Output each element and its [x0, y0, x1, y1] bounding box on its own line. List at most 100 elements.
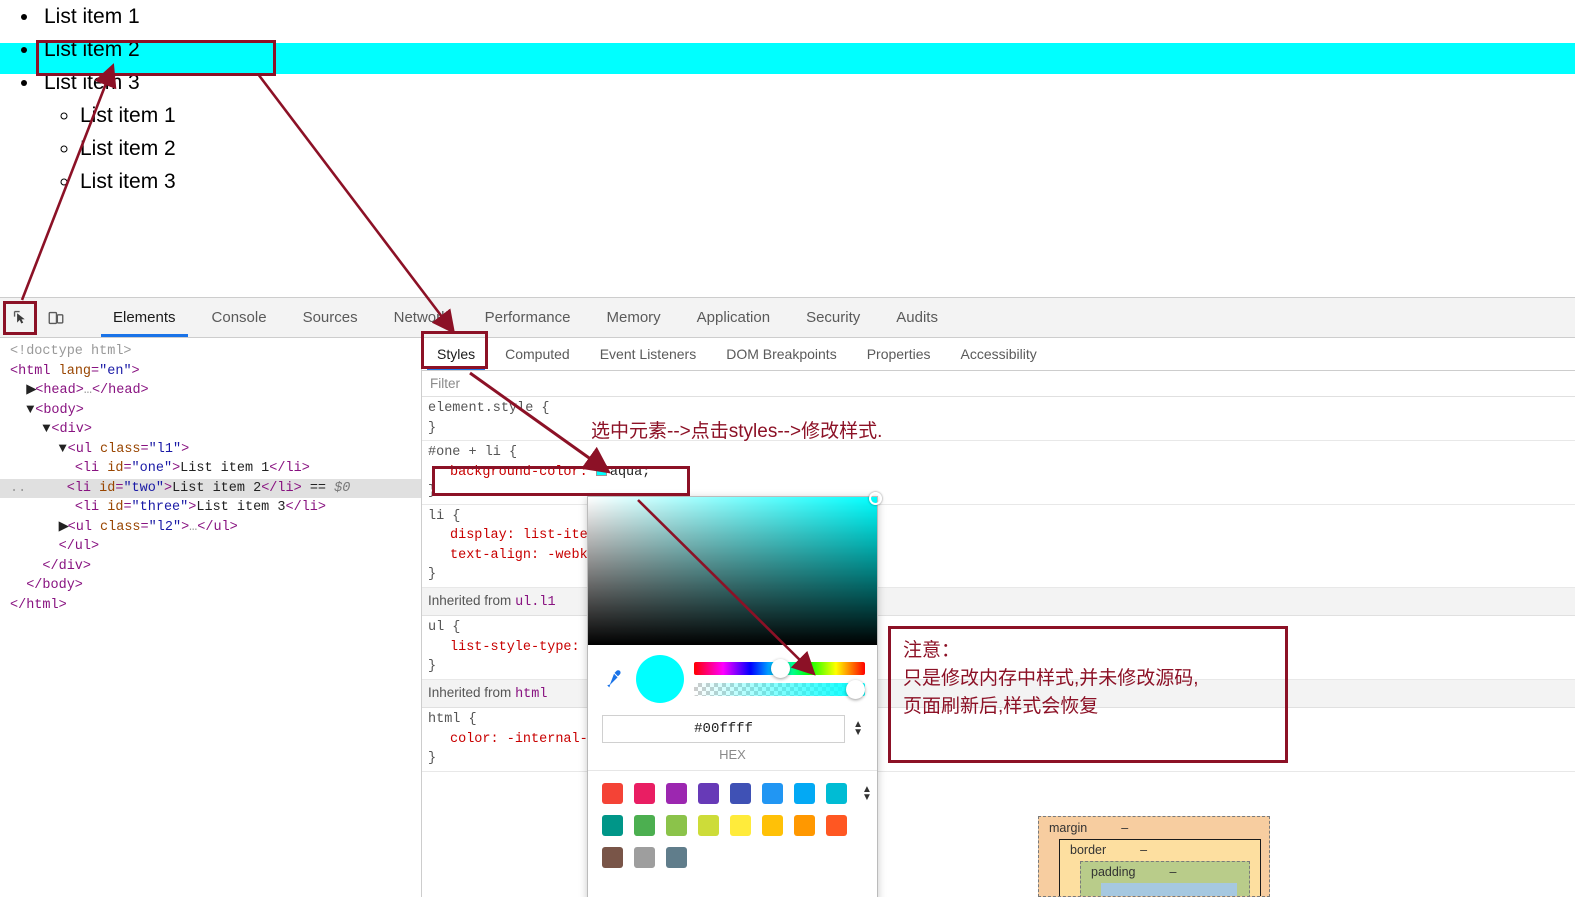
dom-line-html-close[interactable]: </html> — [0, 596, 421, 616]
palette-scroll-stepper-icon[interactable]: ▲ ▼ — [862, 784, 872, 802]
body-tag-name: body — [43, 402, 76, 418]
tab-accessibility-label: Accessibility — [960, 346, 1037, 362]
dom-line-ul1-open[interactable]: ▼<ul class="l1"> — [0, 440, 421, 460]
palette-chip-grey[interactable] — [634, 847, 655, 868]
devtools-panel: Elements Console Sources Network Perform… — [0, 297, 1575, 897]
dom-line-div-open[interactable]: ▼<div> — [0, 420, 421, 440]
ul2-expand-triangle-icon[interactable]: ▶ — [59, 518, 69, 538]
tab-dom-breakpoints[interactable]: DOM Breakpoints — [711, 338, 851, 370]
device-toolbar-icon[interactable] — [42, 304, 70, 332]
palette-chip-light-green[interactable] — [666, 815, 687, 836]
dom-line-li-one[interactable]: <li id="one">List item 1</li> — [0, 459, 421, 479]
color-picker-popup[interactable]: #00ffff ▲ ▼ HEX ▲ ▼ — [587, 492, 882, 897]
box-model-padding-value[interactable]: – — [1170, 865, 1177, 879]
declaration-background-color[interactable]: background-color: aqua; — [428, 463, 1575, 483]
palette-chip-teal[interactable] — [602, 815, 623, 836]
tab-styles[interactable]: Styles — [422, 338, 490, 370]
dom-line-head[interactable]: ▶<head>…</head> — [0, 381, 421, 401]
inner-list-item-1-label: List item 1 — [80, 104, 176, 127]
color-picker-controls — [588, 645, 877, 709]
rule-element-style-selector: element.style { — [428, 401, 550, 416]
palette-chip-purple[interactable] — [666, 783, 687, 804]
tab-performance[interactable]: Performance — [467, 298, 589, 337]
palette-chip-deep-orange[interactable] — [826, 815, 847, 836]
palette-chip-pink[interactable] — [634, 783, 655, 804]
styles-filter-input[interactable]: Filter — [422, 371, 1575, 397]
alpha-slider[interactable] — [694, 680, 865, 699]
tab-security[interactable]: Security — [788, 298, 878, 337]
palette-chip-amber[interactable] — [762, 815, 783, 836]
box-model-border-value[interactable]: – — [1140, 843, 1147, 857]
dom-line-ul2[interactable]: ▶<ul class="l2">…</ul> — [0, 518, 421, 538]
declaration-text-align-property: text-align: — [450, 547, 540, 563]
ul2-class-value: "l2" — [148, 519, 182, 535]
tab-event-listeners[interactable]: Event Listeners — [585, 338, 712, 370]
dom-line-div-close[interactable]: </div> — [0, 557, 421, 577]
ul1-collapse-triangle-icon[interactable]: ▼ — [59, 440, 68, 460]
head-expand-triangle-icon[interactable]: ▶ — [26, 381, 36, 401]
palette-chip-green[interactable] — [634, 815, 655, 836]
tab-properties[interactable]: Properties — [852, 338, 946, 370]
tab-audits[interactable]: Audits — [878, 298, 956, 337]
eyedropper-icon[interactable] — [600, 668, 626, 690]
hex-value-input[interactable]: #00ffff — [602, 715, 846, 743]
palette-chip-yellow[interactable] — [730, 815, 751, 836]
rule-one-plus-li[interactable]: #one + li { background-color: aqua; } — [422, 441, 1575, 505]
dom-line-li-three[interactable]: <li id="three">List item 3</li> — [0, 498, 421, 518]
dom-line-body-close[interactable]: </body> — [0, 576, 421, 596]
tab-memory[interactable]: Memory — [589, 298, 679, 337]
tab-elements[interactable]: Elements — [95, 298, 194, 337]
stepper-down-icon[interactable]: ▼ — [853, 728, 863, 738]
declaration-text-align-value: -webk — [547, 547, 588, 563]
dom-line-doctype[interactable]: <!doctype html> — [0, 342, 421, 362]
tab-sources-label: Sources — [302, 309, 358, 326]
html-lang-attr: lang — [58, 363, 92, 379]
box-model-content-box — [1101, 883, 1237, 896]
color-format-stepper-icon[interactable]: ▲ ▼ — [853, 720, 863, 738]
tab-application[interactable]: Application — [679, 298, 788, 337]
palette-chip-indigo[interactable] — [730, 783, 751, 804]
palette-chip-deep-purple[interactable] — [698, 783, 719, 804]
alpha-slider-handle[interactable] — [846, 680, 865, 699]
palette-chip-orange[interactable] — [794, 815, 815, 836]
inherited-from-ul-source[interactable]: ul.l1 — [515, 595, 556, 610]
palette-row-3 — [602, 847, 863, 868]
tab-security-label: Security — [806, 309, 861, 326]
dom-line-ul1-close[interactable]: </ul> — [0, 537, 421, 557]
inspect-element-icon[interactable] — [6, 304, 34, 332]
color-picker-spectrum-knob[interactable] — [869, 492, 882, 505]
hue-slider-handle[interactable] — [770, 659, 790, 678]
tab-accessibility[interactable]: Accessibility — [946, 338, 1052, 370]
palette-chip-blue[interactable] — [762, 783, 783, 804]
tab-sources[interactable]: Sources — [285, 298, 376, 337]
color-swatch-aqua[interactable] — [595, 464, 607, 476]
dom-line-li-two[interactable]: .. <li id="two">List item 2</li> == $0 — [0, 478, 421, 498]
div-tag-name: div — [59, 422, 84, 437]
palette-chip-blue-grey[interactable] — [666, 847, 687, 868]
palette-stepper-down-icon[interactable]: ▼ — [862, 792, 872, 802]
html-tag-name: html — [18, 363, 51, 379]
palette-chip-red[interactable] — [602, 783, 623, 804]
dom-line-body-open[interactable]: ▼<body> — [0, 401, 421, 421]
rule-element-style[interactable]: element.style { } — [422, 397, 1575, 441]
color-picker-hex-row: #00ffff ▲ ▼ — [588, 709, 877, 743]
palette-chip-cyan[interactable] — [826, 783, 847, 804]
color-picker-spectrum[interactable] — [588, 492, 882, 645]
tab-console[interactable]: Console — [194, 298, 285, 337]
palette-chip-light-blue[interactable] — [794, 783, 815, 804]
inner-list-item-3-label: List item 3 — [80, 170, 176, 193]
styles-filter-placeholder: Filter — [430, 376, 460, 391]
palette-chip-brown[interactable] — [602, 847, 623, 868]
dom-line-html[interactable]: <html lang="en"> — [0, 362, 421, 382]
head-tag-name: head — [43, 383, 76, 398]
tab-computed[interactable]: Computed — [490, 338, 585, 370]
dom-tree[interactable]: <!doctype html> <html lang="en"> ▶<head>… — [0, 338, 422, 897]
box-model-margin-value[interactable]: – — [1121, 821, 1128, 835]
inherited-from-html-source[interactable]: html — [515, 687, 547, 702]
inherited-from-ul-label: Inherited from — [428, 592, 512, 608]
hue-slider[interactable] — [694, 659, 865, 678]
ul1-class-attr: class — [100, 441, 141, 457]
body-collapse-triangle-icon[interactable]: ▼ — [26, 401, 35, 421]
tab-network[interactable]: Network — [376, 298, 467, 337]
palette-chip-lime[interactable] — [698, 815, 719, 836]
